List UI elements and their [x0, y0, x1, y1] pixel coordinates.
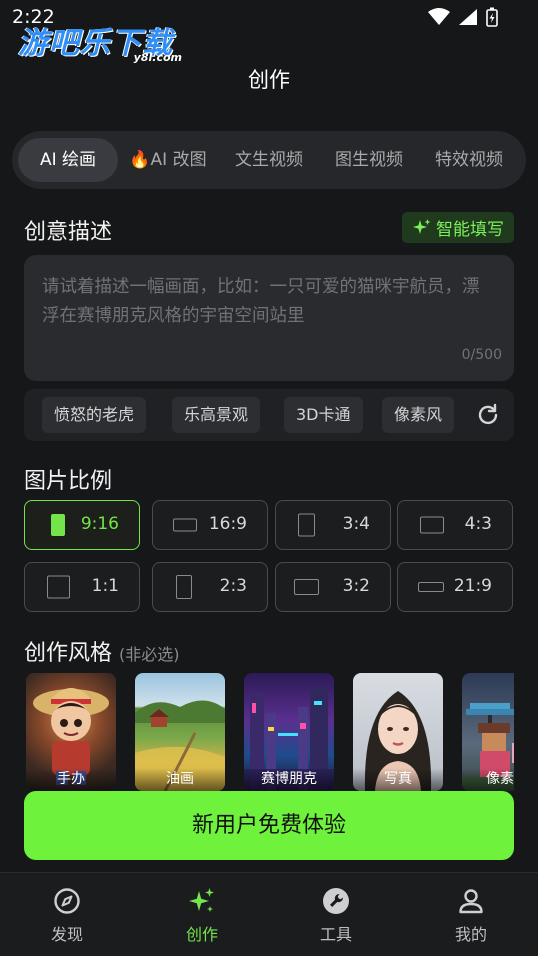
ratio-option-3-4[interactable]: 3:4: [275, 500, 391, 550]
ratio-option-2-3[interactable]: 2:3: [152, 562, 268, 612]
style-caption: 像素风: [462, 768, 514, 791]
ratio-shape-icon: [173, 518, 197, 532]
style-carousel: 手办 油画 赛博朋克 写真 像素: [24, 673, 514, 793]
ratio-option-21-9[interactable]: 21:9: [397, 562, 513, 612]
nav-label: 创作: [185, 925, 218, 944]
nav-item-tools[interactable]: 工具: [296, 887, 376, 945]
ratio-option-1-1[interactable]: 1:1: [24, 562, 140, 612]
ratio-shape-icon: [51, 514, 65, 536]
ratio-option-3-2[interactable]: 3:2: [275, 562, 391, 612]
sparkles-icon: [413, 218, 431, 234]
tab-ai-edit[interactable]: 🔥AI 改图: [124, 138, 212, 182]
ratio-option-4-3[interactable]: 4:3: [397, 500, 513, 550]
style-title: 创作风格 (非必选): [24, 635, 180, 667]
ratio-label: 16:9: [208, 514, 247, 534]
ratio-label: 2:3: [219, 576, 247, 596]
signal-icon: [459, 9, 477, 25]
nav-label: 发现: [50, 925, 83, 944]
style-card-pixel[interactable]: 像素风: [462, 673, 514, 791]
bottom-nav: 发现 创作 工具 我的: [0, 872, 538, 956]
suggestion-chip[interactable]: 3D卡通: [284, 397, 363, 433]
ratio-title: 图片比例: [24, 469, 113, 494]
style-card-oil-painting[interactable]: 油画: [135, 673, 225, 791]
ratio-shape-icon: [294, 579, 319, 595]
description-title: 创意描述: [24, 220, 113, 245]
ratio-label: 21:9: [453, 576, 492, 596]
ratio-option-16-9[interactable]: 16:9: [152, 500, 268, 550]
style-card-portrait[interactable]: 写真: [353, 673, 443, 791]
suggestion-chip[interactable]: 乐高景观: [172, 397, 261, 433]
person-icon: [459, 889, 483, 914]
suggestion-chip[interactable]: 愤怒的老虎: [42, 397, 147, 433]
style-card-cyberpunk[interactable]: 赛博朋克: [244, 673, 334, 791]
nav-item-create[interactable]: 创作: [162, 887, 242, 945]
description-placeholder: 请试着描述一幅画面，比如：一只可爱的猫咪宇航员，漂浮在赛博朋克风格的宇宙空间站里: [42, 277, 480, 326]
battery-icon: [486, 7, 498, 27]
ratio-label: 3:2: [342, 576, 370, 596]
mode-tabs: AI 绘画 🔥AI 改图 文生视频 图生视频 特效视频: [12, 131, 526, 189]
style-caption: 油画: [135, 768, 225, 791]
tab-text-to-video[interactable]: 文生视频: [222, 138, 316, 182]
style-card-figurine[interactable]: 手办: [26, 673, 116, 791]
ratio-shape-icon: [420, 516, 444, 534]
ratio-label: 4:3: [464, 514, 492, 534]
refresh-icon[interactable]: [476, 403, 500, 427]
nav-label: 我的: [454, 925, 487, 944]
nav-item-me[interactable]: 我的: [431, 887, 511, 945]
nav-label: 工具: [319, 925, 352, 944]
page-title: 创作: [248, 68, 290, 92]
suggestion-chip[interactable]: 像素风: [382, 397, 455, 433]
ratio-label: 9:16: [80, 514, 119, 534]
status-icons: [428, 7, 498, 27]
ratio-label: 1:1: [91, 576, 119, 596]
tab-effect-video[interactable]: 特效视频: [422, 138, 516, 182]
free-trial-button[interactable]: 新用户免费体验: [24, 791, 514, 860]
ratio-shape-icon: [176, 575, 192, 599]
style-caption: 手办: [26, 768, 116, 791]
watermark-logo: 游吧乐下载 y8l.com: [18, 18, 188, 64]
watermark-sub: y8l.com: [133, 51, 182, 64]
description-input[interactable]: 请试着描述一幅画面，比如：一只可爱的猫咪宇航员，漂浮在赛博朋克风格的宇宙空间站里…: [24, 255, 514, 381]
wrench-icon: [323, 888, 349, 914]
ratio-label: 3:4: [342, 514, 370, 534]
ratio-shape-icon: [298, 513, 315, 537]
smart-fill-label: 智能填写: [436, 220, 504, 240]
ratio-option-9-16[interactable]: 9:16: [24, 500, 140, 550]
tab-ai-painting[interactable]: AI 绘画: [18, 138, 118, 182]
ratio-shape-icon: [47, 575, 70, 599]
style-optional-note: (非必选): [119, 645, 180, 664]
nav-item-discover[interactable]: 发现: [27, 887, 107, 945]
char-counter: 0/500: [461, 347, 502, 363]
tab-image-to-video[interactable]: 图生视频: [322, 138, 416, 182]
style-title-text: 创作风格: [24, 641, 113, 666]
ratio-shape-icon: [418, 582, 444, 592]
wifi-icon: [428, 8, 450, 25]
sparkles-icon: [189, 888, 214, 912]
compass-icon: [54, 888, 80, 914]
style-caption: 赛博朋克: [244, 768, 334, 791]
suggestion-chips: 愤怒的老虎 乐高景观 3D卡通 像素风: [24, 389, 514, 441]
style-caption: 写真: [353, 768, 443, 791]
smart-fill-button[interactable]: 智能填写: [402, 212, 514, 243]
